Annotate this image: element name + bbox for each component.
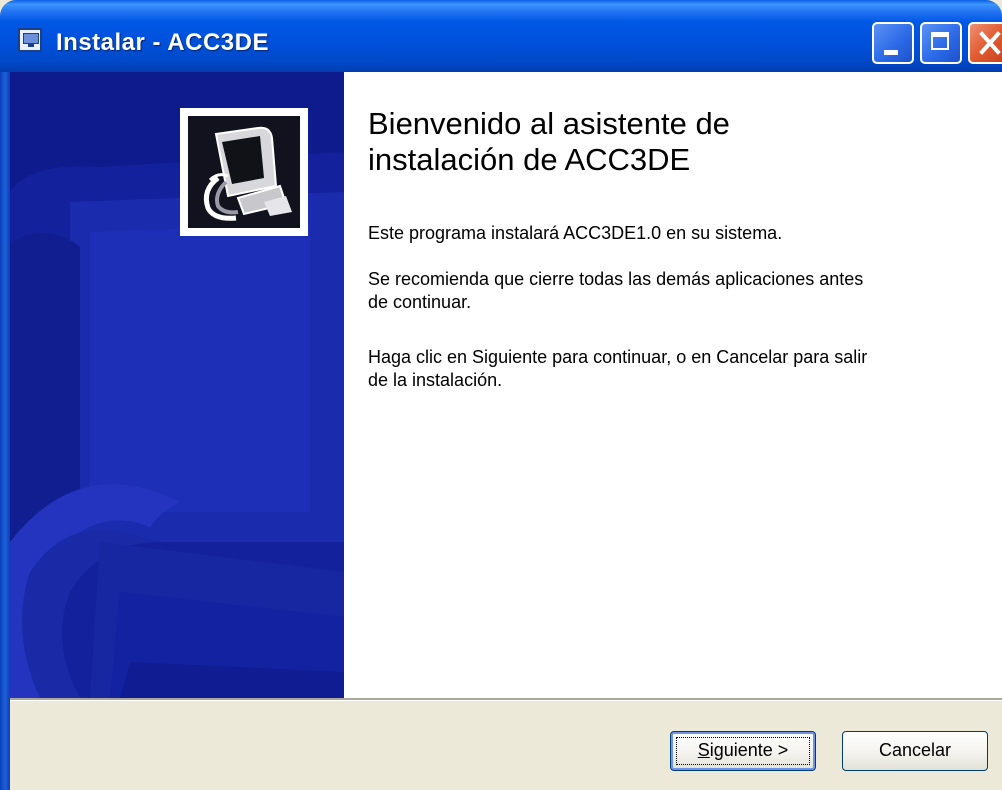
cancel-button[interactable]: Cancelar [842,731,988,771]
wizard-content: Bienvenido al asistente de instalación d… [344,72,1002,698]
installer-window: Instalar - ACC3DE Bienvenido al asistent… [0,0,1002,790]
close-button[interactable] [968,22,1002,64]
next-button-label: Siguiente > [698,740,789,760]
installer-app-icon[interactable] [18,28,42,52]
maximize-icon [931,32,949,50]
instructions-line2: de la instalación. [368,370,503,390]
title-bar[interactable]: Instalar - ACC3DE [0,0,1002,72]
next-label-rest: iguiente > [709,740,789,760]
welcome-title-line2: instalación de ACC3DE [368,142,691,177]
computer-setup-icon [188,116,300,228]
banner-logo-frame [180,108,308,236]
next-accelerator: S [697,740,710,760]
window-frame-left [0,72,10,790]
intro-paragraph: Este programa instalará ACC3DE1.0 en su … [368,223,783,243]
next-button[interactable]: Siguiente > [670,731,816,771]
close-apps-line2: de continuar. [368,292,472,312]
instructions-line1: Haga clic en Siguiente para continuar, o… [368,347,868,367]
close-apps-paragraph: Se recomienda que cierre todas las demás… [368,268,978,314]
welcome-title: Bienvenido al asistente de instalación d… [368,106,988,178]
wizard-banner [10,72,344,698]
window-title: Instalar - ACC3DE [56,29,269,56]
maximize-button[interactable] [920,22,962,64]
close-apps-line1: Se recomienda que cierre todas las demás… [368,269,864,289]
minimize-icon [884,50,898,55]
close-icon [979,31,1001,55]
minimize-button[interactable] [872,22,914,64]
wizard-footer: Siguiente > Cancelar [10,701,1002,790]
welcome-title-line1: Bienvenido al asistente de [368,106,730,141]
instructions-paragraph: Haga clic en Siguiente para continuar, o… [368,346,978,392]
